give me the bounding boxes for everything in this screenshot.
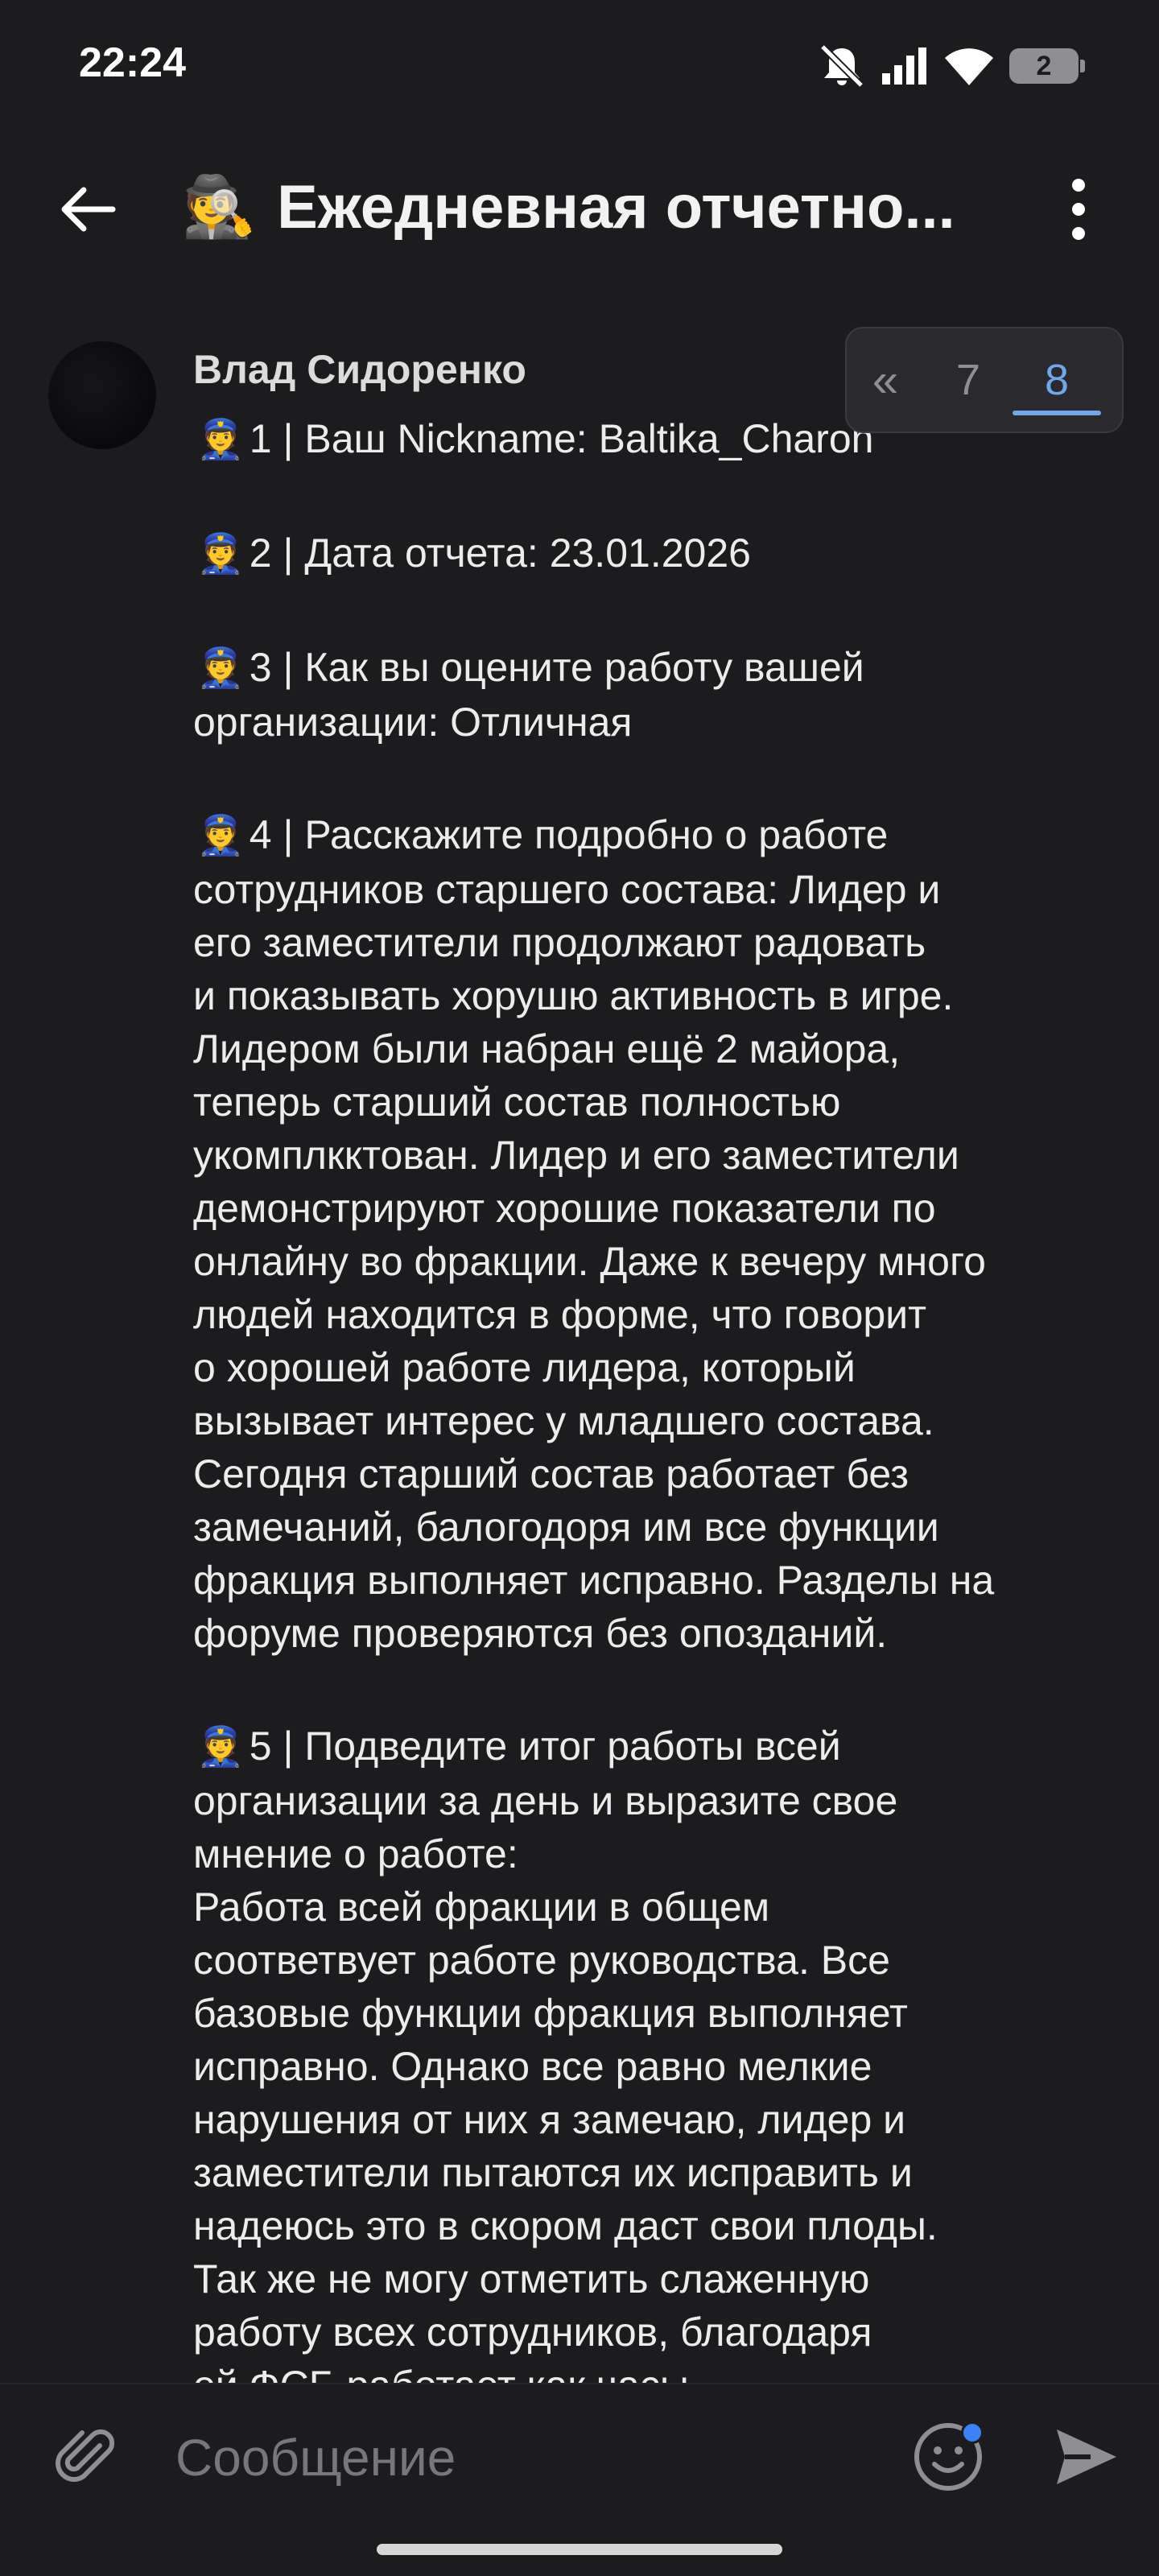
police-officer-icon: 👮 bbox=[196, 815, 245, 857]
detective-icon: 🕵️ bbox=[182, 173, 257, 240]
message-line: о хорошей работе лидера, который bbox=[193, 1345, 856, 1390]
message-line: демонстрируют хорошие показатели по bbox=[193, 1186, 936, 1231]
message-line: вызывает интерес у младшего состава. bbox=[193, 1398, 934, 1443]
message-line: замечаний, балогодоря им все функции bbox=[193, 1505, 939, 1550]
message-line: форуме проверяются без опозданий. bbox=[193, 1611, 888, 1656]
chat-title[interactable]: 🕵️ Ежедневная отчетно... bbox=[182, 172, 987, 242]
message-line: 👮 2 | Дата отчета: 23.01.2026 bbox=[193, 526, 1119, 581]
message-line: людей находится в форме, что говорит bbox=[193, 1292, 927, 1337]
message-line: Лидером были набран ещё 2 майора, bbox=[193, 1026, 901, 1071]
police-officer-icon: 👮 bbox=[196, 647, 245, 690]
message-paragraph: 👮 4 | Расскажите подробно о работе сотрудн… bbox=[193, 808, 1119, 1660]
signal-icon bbox=[882, 47, 926, 85]
message-line: 👮 4 | Расскажите подробно о работе bbox=[193, 808, 1119, 863]
message-input[interactable] bbox=[174, 2417, 853, 2499]
send-button[interactable] bbox=[1046, 2417, 1127, 2497]
pager-prev-button[interactable]: « bbox=[847, 353, 924, 407]
message-line: нарушения от них я замечаю, лидер и bbox=[193, 2097, 906, 2142]
message-composer bbox=[0, 2383, 1159, 2529]
message-line: Так же не могу отметить слаженную bbox=[193, 2256, 870, 2301]
message-line: заместители пытаются их исправить и bbox=[193, 2150, 913, 2195]
police-officer-icon: 👮 bbox=[196, 533, 245, 576]
page-switcher: « 7 8 bbox=[845, 327, 1124, 433]
message-line-text: 1 | Ваш Nickname: Baltika_Charon bbox=[249, 416, 874, 461]
message-line: сотрудников старшего состава: Лидер и bbox=[193, 867, 941, 912]
message-line: 👮 3 | Как вы оцените работу вашей bbox=[193, 641, 1119, 696]
home-indicator[interactable] bbox=[377, 2544, 782, 2555]
message-line: теперь старший состав полностью bbox=[193, 1080, 841, 1125]
arrow-left-icon bbox=[61, 187, 116, 232]
message-line: надеюсь это в скором даст свои плоды. bbox=[193, 2203, 938, 2248]
attach-button[interactable] bbox=[47, 2417, 127, 2497]
message-line: мнение о работе: bbox=[193, 1831, 518, 1876]
back-button[interactable] bbox=[48, 169, 129, 250]
emoji-button[interactable] bbox=[908, 2417, 988, 2497]
message-author[interactable]: Влад Сидоренко bbox=[193, 346, 526, 393]
paperclip-icon bbox=[56, 2429, 115, 2482]
message-line: онлайну во фракции. Даже к вечеру много bbox=[193, 1239, 986, 1284]
message-line: и показывать хорушю активность в игре. bbox=[193, 973, 954, 1018]
message-paragraph: 👮 2 | Дата отчета: 23.01.2026 bbox=[193, 526, 1119, 581]
status-time: 22:24 bbox=[79, 39, 186, 86]
message-line: его заместители продолжают радовать bbox=[193, 920, 926, 965]
author-avatar[interactable] bbox=[48, 341, 156, 449]
message-line-text: 5 | Подведите итог работы всей bbox=[249, 1724, 841, 1769]
message-line: соответвует работе руководства. Все bbox=[193, 1938, 890, 1983]
message-line-text: 3 | Как вы оцените работу вашей bbox=[249, 645, 864, 690]
chat-title-text: Ежедневная отчетно... bbox=[277, 173, 955, 242]
message-line: базовые функции фракция выполняет bbox=[193, 1991, 908, 2036]
message-line: работу всех сотрудников, благодаря bbox=[193, 2310, 872, 2355]
wifi-icon bbox=[945, 48, 993, 85]
message-line-text: 2 | Дата отчета: 23.01.2026 bbox=[249, 530, 751, 576]
pager-page-8[interactable]: 8 bbox=[1013, 327, 1101, 433]
message-line: укомплкктован. Лидер и его заместители bbox=[193, 1133, 959, 1178]
status-icons: 2 bbox=[818, 42, 1085, 90]
mute-icon bbox=[819, 43, 864, 89]
message-line-text: 4 | Расскажите подробно о работе bbox=[249, 812, 889, 857]
pager-page-7[interactable]: 7 bbox=[924, 327, 1013, 433]
battery-level: 2 bbox=[1036, 50, 1052, 81]
more-vertical-icon bbox=[1072, 179, 1085, 240]
message-line: Работа всей фракции в общем bbox=[193, 1885, 770, 1930]
send-icon bbox=[1057, 2429, 1116, 2484]
message-line: организации: Отличная bbox=[193, 700, 633, 745]
notification-dot bbox=[961, 2421, 984, 2444]
more-options-button[interactable] bbox=[1038, 169, 1119, 250]
message-line: фракция выполняет исправно. Разделы на bbox=[193, 1558, 995, 1603]
police-officer-icon: 👮 bbox=[196, 419, 245, 461]
chat-header: 🕵️ Ежедневная отчетно... bbox=[0, 137, 1159, 282]
message-line: организации за день и выразите свое bbox=[193, 1778, 898, 1823]
message-text: 👮 1 | Ваш Nickname: Baltika_Charon 👮 2 | Да… bbox=[193, 412, 1119, 2471]
status-bar: 22:24 2 bbox=[0, 0, 1159, 137]
message-paragraph: 👮 5 | Подведите итог работы всей организац… bbox=[193, 1719, 1119, 2412]
police-officer-icon: 👮 bbox=[196, 1726, 245, 1769]
chat-screen: 22:24 2 🕵️ Ежедневная отчетно... Влад Си… bbox=[0, 0, 1159, 2576]
message-line: Сегодня старший состав работает без bbox=[193, 1451, 909, 1496]
message-line: исправно. Однако все равно мелкие bbox=[193, 2044, 872, 2089]
battery-icon: 2 bbox=[1009, 48, 1085, 84]
message-line: 👮 5 | Подведите итог работы всей bbox=[193, 1719, 1119, 1774]
message-paragraph: 👮 3 | Как вы оцените работу вашей организа… bbox=[193, 641, 1119, 749]
